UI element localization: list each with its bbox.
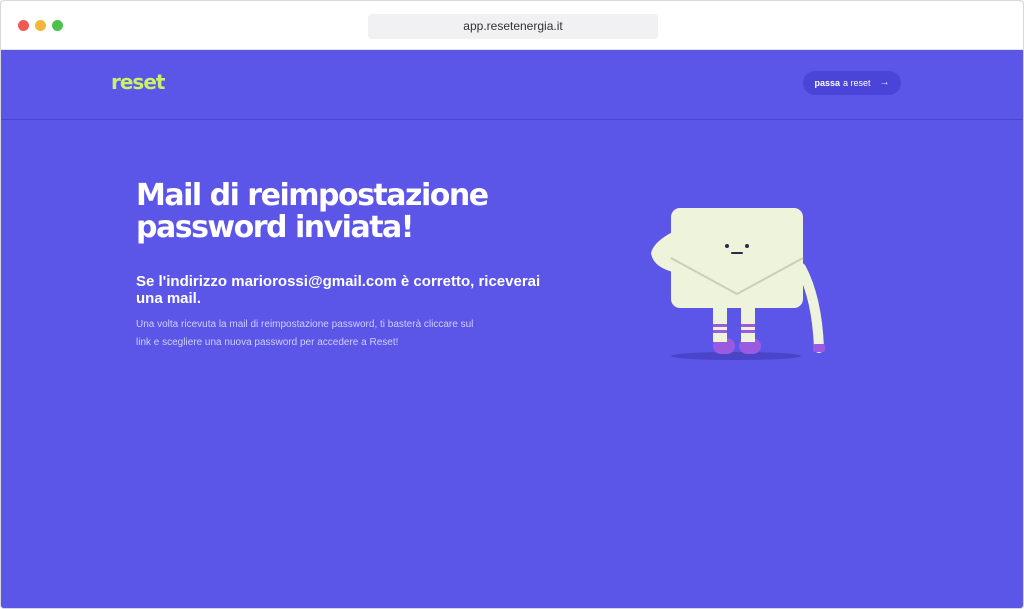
browser-toolbar: app.resetenergia.it bbox=[1, 1, 1023, 50]
instructions-line-2: link e scegliere una nuova password per … bbox=[136, 337, 399, 348]
confirmation-message: Se l'indirizzo mariorossi@gmail.com è co… bbox=[136, 273, 556, 307]
minimize-window-button[interactable] bbox=[35, 20, 46, 31]
page-title-line-2: password inviata! bbox=[136, 210, 414, 245]
saluting-envelope-illustration bbox=[651, 208, 825, 360]
browser-window: app.resetenergia.it reset passa a reset … bbox=[0, 0, 1024, 609]
close-window-button[interactable] bbox=[18, 20, 29, 31]
arrow-right-icon: → bbox=[879, 77, 890, 88]
instructions-text: Una volta ricevuta la mail di reimpostaz… bbox=[136, 316, 546, 352]
site-header: reset passa a reset → bbox=[1, 50, 1023, 120]
page-title-line-1: Mail di reimpostazione bbox=[136, 178, 489, 213]
cta-label: a reset bbox=[843, 78, 871, 88]
page-title: Mail di reimpostazione password inviata! bbox=[136, 180, 556, 244]
cta-strong-label: passa bbox=[814, 78, 840, 88]
switch-to-reset-button[interactable]: passa a reset → bbox=[803, 71, 901, 95]
confirmation-line-1: Se l'indirizzo mariorossi@gmail.com è co… bbox=[136, 273, 541, 290]
confirmation-line-2: una mail. bbox=[136, 290, 202, 307]
page-content: reset passa a reset → Mail di reimpostaz… bbox=[1, 50, 1023, 608]
address-bar[interactable]: app.resetenergia.it bbox=[368, 14, 658, 39]
maximize-window-button[interactable] bbox=[52, 20, 63, 31]
instructions-line-1: Una volta ricevuta la mail di reimpostaz… bbox=[136, 319, 474, 330]
reset-logo[interactable]: reset bbox=[111, 70, 165, 94]
